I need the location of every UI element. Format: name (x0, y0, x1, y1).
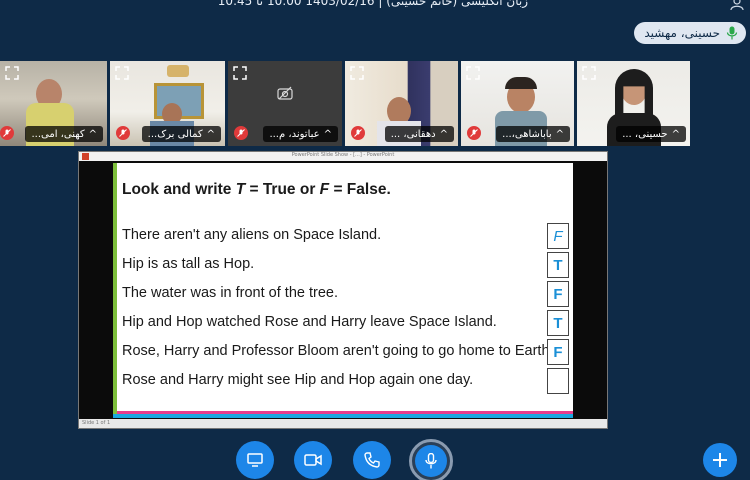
answer-box[interactable]: F (547, 281, 569, 307)
monitor-icon (247, 453, 263, 467)
camera-off-icon (277, 86, 293, 100)
participant-name-bar: ^ باباشاهی،... (496, 126, 570, 142)
participant-tile-active[interactable]: ^ حسینی، ... (577, 61, 690, 146)
participant-name: کهنی، امی... (31, 128, 85, 140)
chevron-up-icon[interactable]: ^ (672, 129, 680, 140)
statement-text: Hip is as tall as Hop. (122, 256, 255, 272)
participant-strip: ^ کهنی، امی... ^ کمالی برک... ^ عباتوند، م.… (0, 61, 750, 146)
chevron-up-icon[interactable]: ^ (89, 129, 97, 140)
participant-name: باباشاهی،... (502, 128, 552, 140)
shared-window-titlebar: PowerPoint Slide Show - [...] - PowerPoi… (79, 152, 607, 161)
chevron-up-icon[interactable]: ^ (207, 129, 215, 140)
participant-tile[interactable]: ^ عباتوند، م... (228, 61, 342, 146)
chevron-up-icon[interactable]: ^ (324, 129, 332, 140)
participant-name: عباتوند، م... (269, 128, 320, 140)
phone-icon (364, 452, 380, 468)
slide-status: Slide 1 of 1 (82, 420, 111, 426)
statement-text: The water was in front of the tree. (122, 285, 338, 301)
expand-icon[interactable] (5, 66, 19, 80)
participant-name: کمالی برک... (147, 128, 203, 140)
microphone-button[interactable] (409, 439, 453, 480)
shared-screen: PowerPoint Slide Show - [...] - PowerPoi… (78, 151, 608, 429)
powerpoint-icon (82, 153, 89, 160)
top-bar: زبان انگلیسی (خانم حسینی) | 1403/02/16 1… (0, 0, 750, 14)
plus-icon (713, 453, 727, 467)
slide-heading: Look and write T = True or F = False. (122, 181, 391, 198)
call-controls (0, 439, 750, 480)
statement-text: There aren't any aliens on Space Island. (122, 227, 382, 243)
participant-name-bar: ^ دهقانی، ... (384, 126, 454, 142)
statement-row: Hip is as tall as Hop. T (122, 252, 572, 278)
answer-box[interactable]: F (547, 223, 569, 249)
answer-box[interactable]: F (547, 339, 569, 365)
answer-box[interactable]: T (547, 252, 569, 278)
expand-icon[interactable] (466, 66, 480, 80)
active-speaker-name: حسینی، مهشید (644, 26, 720, 40)
share-screen-button[interactable] (236, 441, 274, 479)
active-speaker-badge: حسینی، مهشید (634, 22, 746, 44)
shared-window-statusbar: Slide 1 of 1 (79, 419, 607, 428)
shared-window-title: PowerPoint Slide Show - [...] - PowerPoi… (291, 152, 395, 158)
expand-icon[interactable] (350, 66, 364, 80)
mic-muted-icon (467, 126, 481, 140)
mic-muted-icon (0, 126, 14, 140)
statement-row: There aren't any aliens on Space Island.… (122, 223, 572, 249)
statement-row: Hip and Hop watched Rose and Harry leave… (122, 310, 572, 336)
add-button[interactable] (703, 443, 737, 477)
meeting-title: زبان انگلیسی (خانم حسینی) | 1403/02/16 1… (217, 0, 528, 8)
participant-name-bar: ^ کمالی برک... (141, 126, 221, 142)
participant-name: حسینی، ... (622, 128, 668, 140)
statement-row: Rose and Harry might see Hip and Hop aga… (122, 368, 572, 394)
chevron-up-icon[interactable]: ^ (556, 129, 564, 140)
expand-icon[interactable] (233, 66, 247, 80)
answer-box[interactable]: T (547, 310, 569, 336)
participant-tile[interactable]: ^ دهقانی، ... (345, 61, 458, 146)
participant-name: دهقانی، ... (390, 128, 436, 140)
slide: Look and write T = True or F = False. Th… (113, 163, 573, 418)
mic-muted-icon (234, 126, 248, 140)
participant-name-bar: ^ کهنی، امی... (25, 126, 103, 142)
answer-box[interactable] (547, 368, 569, 394)
chevron-up-icon[interactable]: ^ (440, 129, 448, 140)
microphone-icon (726, 26, 738, 40)
video-camera-icon (304, 454, 322, 466)
statement-text: Hip and Hop watched Rose and Harry leave… (122, 314, 497, 330)
mic-muted-icon (116, 126, 130, 140)
user-icon[interactable] (730, 0, 744, 10)
statement-text: Rose and Harry might see Hip and Hop aga… (122, 372, 474, 388)
statement-text: Rose, Harry and Professor Bloom aren't g… (122, 343, 554, 359)
participant-tile[interactable]: ^ کمالی برک... (110, 61, 225, 146)
participant-name-bar: ^ حسینی، ... (616, 126, 686, 142)
expand-icon[interactable] (115, 66, 129, 80)
mic-muted-icon (351, 126, 365, 140)
audio-button[interactable] (353, 441, 391, 479)
statement-row: Rose, Harry and Professor Bloom aren't g… (122, 339, 572, 365)
participant-tile[interactable]: ^ کهنی، امی... (0, 61, 107, 146)
participant-name-bar: ^ عباتوند، م... (263, 126, 338, 142)
microphone-icon (425, 453, 437, 469)
slide-accent-bar (113, 163, 117, 418)
video-button[interactable] (294, 441, 332, 479)
expand-icon[interactable] (582, 66, 596, 80)
slide-footer-line (113, 414, 573, 418)
statement-row: The water was in front of the tree. F (122, 281, 572, 307)
participant-tile[interactable]: ^ باباشاهی،... (461, 61, 574, 146)
